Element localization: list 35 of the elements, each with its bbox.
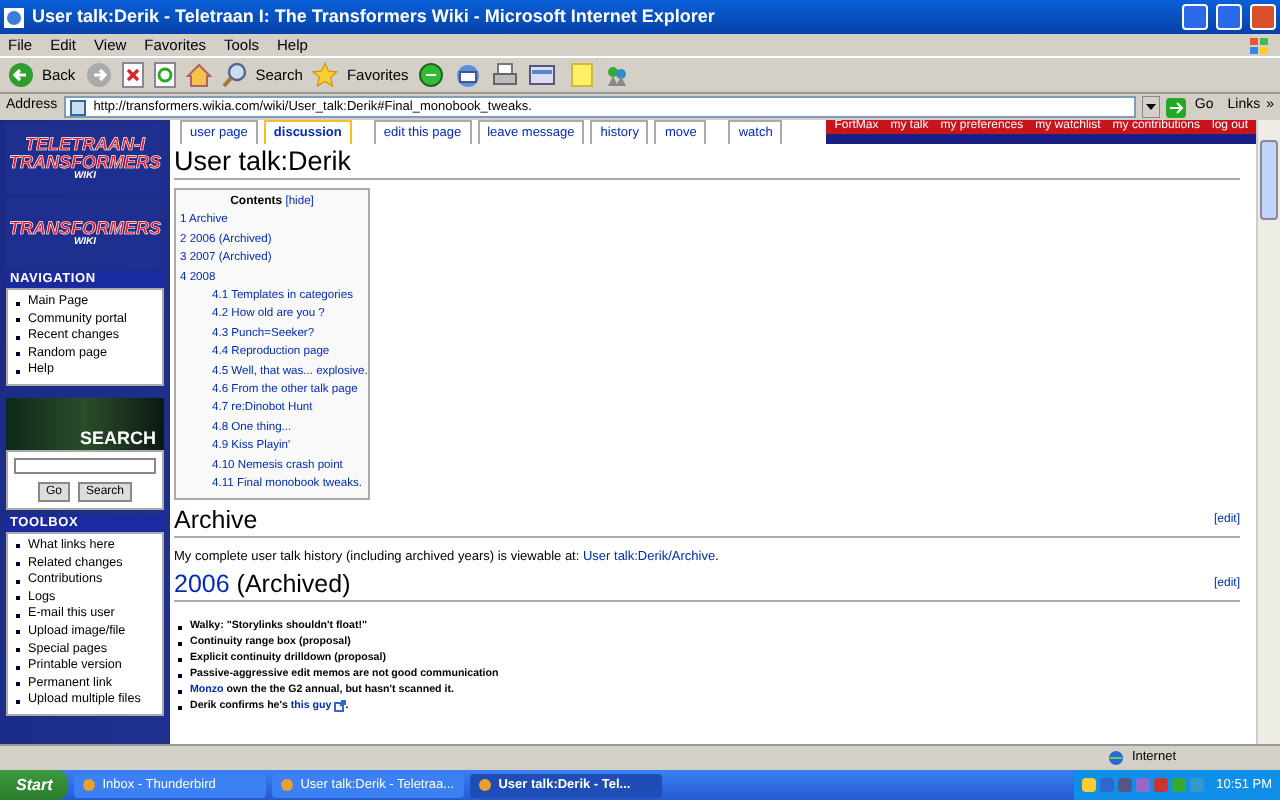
section-heading: Archive xyxy=(174,505,260,535)
start-button[interactable]: Start xyxy=(0,770,69,800)
media-icon[interactable] xyxy=(418,62,445,88)
window-icon xyxy=(478,778,493,792)
section-heading: 2006 (Archived) xyxy=(174,570,353,601)
browser-icon xyxy=(4,7,24,27)
window-icon xyxy=(280,778,295,792)
windows-flag-icon xyxy=(1248,35,1272,55)
maximize-button[interactable] xyxy=(1216,4,1242,30)
search-banner: SEARCH xyxy=(6,397,164,450)
heading-link[interactable]: 2006 xyxy=(174,570,230,599)
scrollbar[interactable] xyxy=(1256,120,1280,744)
note-icon[interactable] xyxy=(570,62,595,88)
scroll-thumb[interactable] xyxy=(1260,140,1278,220)
printer-icon[interactable] xyxy=(492,62,519,88)
search-field[interactable] xyxy=(14,457,156,474)
page-title: User talk:Derik xyxy=(174,146,1240,180)
globe-icon xyxy=(1107,750,1124,766)
back-arrow-icon xyxy=(8,62,34,88)
home-icon[interactable] xyxy=(185,62,212,88)
window-icon xyxy=(82,778,97,792)
mail-icon[interactable] xyxy=(454,62,483,88)
star-icon xyxy=(312,62,339,88)
forward-arrow-icon[interactable] xyxy=(85,62,112,88)
refresh-icon[interactable] xyxy=(153,62,176,88)
page-icon xyxy=(69,99,86,115)
edit-icon[interactable] xyxy=(528,62,561,88)
dropdown-icon[interactable] xyxy=(1142,96,1161,118)
stop-icon[interactable] xyxy=(121,62,144,88)
messenger-icon[interactable] xyxy=(604,62,631,88)
close-button[interactable] xyxy=(1250,4,1276,30)
go-arrow-icon xyxy=(1166,97,1187,117)
minimize-button[interactable] xyxy=(1182,4,1208,30)
window-title: User talk:Derik - Teletraan I: The Transformers Wiki - Microsoft Internet Explorer xyxy=(32,6,717,28)
search-icon xyxy=(221,62,248,88)
